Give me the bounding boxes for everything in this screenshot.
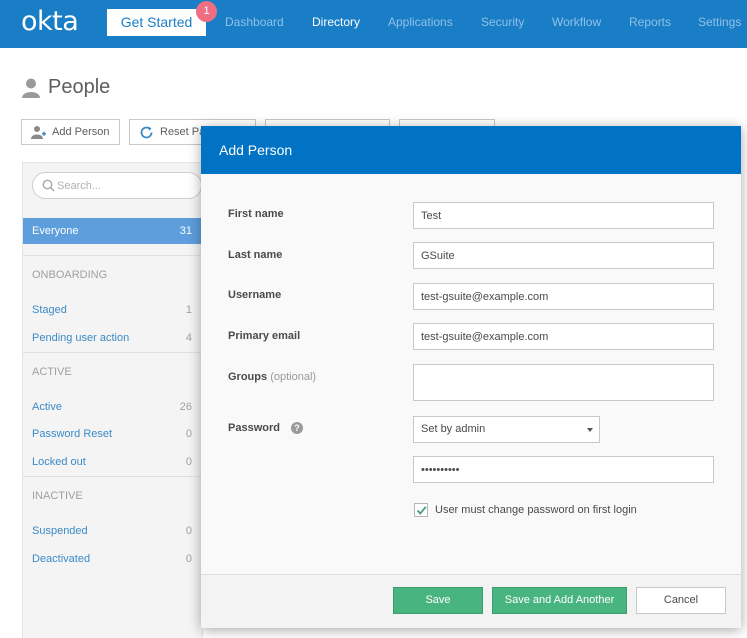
groups-optional-text: (optional) bbox=[270, 371, 317, 383]
nav-applications[interactable]: Applications bbox=[388, 15, 453, 29]
first-name-label: First name bbox=[228, 208, 284, 220]
divider bbox=[23, 476, 202, 477]
sidebar-item-label: Suspended bbox=[32, 525, 88, 537]
sidebar-item-active[interactable]: Active 26 bbox=[23, 394, 202, 420]
password-label: Password ? bbox=[228, 422, 304, 435]
reset-passwords-label: Reset Pa bbox=[160, 126, 206, 138]
section-header-inactive: INACTIVE bbox=[32, 490, 83, 502]
okta-logo[interactable]: okta bbox=[21, 6, 79, 37]
username-label: Username bbox=[228, 289, 282, 301]
search-icon bbox=[42, 179, 55, 192]
page-title: People bbox=[22, 76, 110, 99]
first-name-input[interactable] bbox=[413, 202, 714, 229]
username-input[interactable] bbox=[413, 283, 714, 310]
sidebar-item-pending-user-action[interactable]: Pending user action 4 bbox=[23, 325, 202, 351]
divider bbox=[23, 255, 202, 256]
sidebar-item-staged[interactable]: Staged 1 bbox=[23, 297, 202, 323]
sidebar-item-password-reset[interactable]: Password Reset 0 bbox=[23, 421, 202, 447]
search-box[interactable] bbox=[32, 172, 202, 199]
cancel-button[interactable]: Cancel bbox=[636, 587, 726, 614]
add-person-dialog: Add Person First name Last name Username… bbox=[201, 126, 741, 628]
password-input[interactable] bbox=[413, 456, 714, 483]
sidebar-item-count: 0 bbox=[185, 553, 192, 565]
nav-security[interactable]: Security bbox=[481, 15, 524, 29]
nav-reports[interactable]: Reports bbox=[629, 15, 671, 29]
save-button[interactable]: Save bbox=[393, 587, 483, 614]
sidebar-item-label: Locked out bbox=[32, 456, 86, 468]
groups-label: Groups (optional) bbox=[228, 371, 316, 383]
sidebar-item-count: 0 bbox=[185, 428, 192, 440]
groups-label-text: Groups bbox=[228, 371, 268, 383]
last-name-label: Last name bbox=[228, 249, 283, 261]
nav-workflow[interactable]: Workflow bbox=[552, 15, 601, 29]
save-and-add-another-button[interactable]: Save and Add Another bbox=[492, 587, 627, 614]
last-name-input[interactable] bbox=[413, 242, 714, 269]
top-nav-bar: okta Get Started 1 Dashboard Directory A… bbox=[0, 0, 747, 48]
sidebar-item-count: 4 bbox=[185, 332, 192, 344]
password-mode-select[interactable]: Set by admin bbox=[413, 416, 600, 443]
divider bbox=[23, 352, 202, 353]
search-input[interactable] bbox=[57, 177, 197, 195]
section-header-onboarding: ONBOARDING bbox=[32, 269, 108, 281]
dialog-title: Add Person bbox=[201, 126, 741, 174]
section-header-active: ACTIVE bbox=[32, 366, 72, 378]
nav-settings[interactable]: Settings bbox=[698, 15, 741, 29]
nav-dashboard[interactable]: Dashboard bbox=[225, 15, 284, 29]
refresh-icon bbox=[140, 126, 153, 139]
person-icon bbox=[22, 78, 40, 98]
sidebar-item-label: Pending user action bbox=[32, 332, 130, 344]
sidebar-item-count: 0 bbox=[185, 456, 192, 468]
sidebar-item-count: 31 bbox=[179, 225, 192, 237]
get-started-button[interactable]: Get Started bbox=[107, 9, 206, 36]
sidebar-item-label: Staged bbox=[32, 304, 67, 316]
must-change-password-checkbox[interactable] bbox=[414, 503, 428, 517]
sidebar-item-suspended[interactable]: Suspended 0 bbox=[23, 518, 202, 544]
sidebar-item-label: Everyone bbox=[32, 225, 79, 237]
sidebar-item-everyone[interactable]: Everyone 31 bbox=[23, 218, 202, 244]
password-mode-value: Set by admin bbox=[421, 423, 486, 435]
add-person-icon bbox=[31, 126, 46, 139]
sidebar-item-count: 26 bbox=[179, 401, 192, 413]
must-change-password-label: User must change password on first login bbox=[435, 504, 637, 516]
sidebar-item-count: 0 bbox=[185, 525, 192, 537]
sidebar-item-label: Password Reset bbox=[32, 428, 113, 440]
sidebar-item-label: Active bbox=[32, 401, 62, 413]
help-icon[interactable]: ? bbox=[291, 422, 304, 435]
checkmark-icon bbox=[416, 506, 427, 515]
nav-directory[interactable]: Directory bbox=[312, 15, 360, 29]
sidebar-item-count: 1 bbox=[185, 304, 192, 316]
password-label-text: Password bbox=[228, 422, 280, 434]
notification-badge: 1 bbox=[196, 1, 217, 22]
page-title-text: People bbox=[48, 76, 111, 98]
sidebar-item-deactivated[interactable]: Deactivated 0 bbox=[23, 546, 202, 572]
add-person-button[interactable]: Add Person bbox=[21, 119, 120, 145]
groups-input[interactable] bbox=[413, 364, 714, 401]
sidebar-item-locked-out[interactable]: Locked out 0 bbox=[23, 449, 202, 475]
people-filter-sidebar: Everyone 31 ONBOARDING Staged 1 Pending … bbox=[22, 162, 203, 638]
primary-email-input[interactable] bbox=[413, 323, 714, 350]
primary-email-label: Primary email bbox=[228, 330, 301, 342]
chevron-down-icon bbox=[587, 428, 593, 432]
sidebar-item-label: Deactivated bbox=[32, 553, 91, 565]
add-person-label: Add Person bbox=[52, 126, 110, 138]
